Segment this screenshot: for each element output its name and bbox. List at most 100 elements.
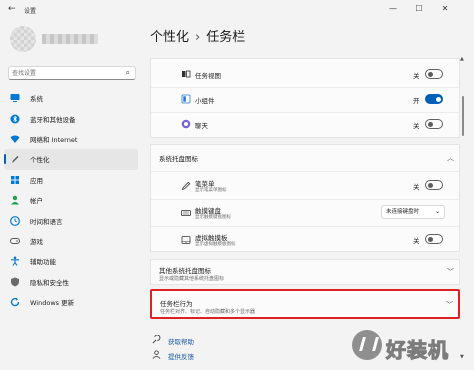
help-icon	[152, 334, 162, 346]
watermark-icon	[352, 330, 382, 360]
sidebar-item-accounts[interactable]: 帐户	[4, 190, 138, 210]
sidebar-item-windows-update[interactable]: Windows 更新	[4, 292, 138, 312]
chat-icon	[181, 119, 191, 129]
touchpad-icon	[181, 235, 191, 245]
scroll-up-arrow-icon[interactable]: ▲	[460, 56, 464, 62]
sidebar-item-label: Windows 更新	[30, 299, 75, 308]
sidebar-item-label: 网络和 Internet	[30, 135, 78, 144]
globe-clock-icon	[10, 215, 20, 226]
pen-menu-icon	[181, 181, 191, 191]
sidebar-item-personalization[interactable]: 个性化	[4, 149, 138, 170]
tray-icons-header[interactable]: 系统托盘图标 ︿	[151, 145, 459, 169]
touch-keyboard-dropdown[interactable]: 未连接键盘时 ⌄	[381, 205, 445, 219]
task-view-toggle[interactable]	[425, 69, 443, 79]
apps-icon	[10, 175, 20, 185]
sidebar-item-network[interactable]: 网络和 Internet	[4, 129, 138, 149]
chevron-down-icon: ⌄	[434, 208, 440, 215]
setting-row-widgets: 小组件 开	[151, 88, 459, 112]
monitor-icon	[10, 93, 20, 103]
maximize-button[interactable]: ☐	[412, 3, 426, 15]
scrollbar-thumb[interactable]	[462, 96, 464, 136]
pen-menu-toggle[interactable]	[425, 180, 443, 190]
row-divider	[151, 199, 459, 200]
sidebar-item-label: 游戏	[30, 237, 43, 246]
section-subtitle: 任务栏对齐、标记、自动隐藏和多个显示器	[160, 309, 256, 315]
feedback-icon	[152, 350, 162, 361]
setting-row-virtual-touchpad: 虚拟触摸板 显示虚拟触摸板图标 关	[151, 228, 459, 252]
section-title: 系统托盘图标	[159, 155, 198, 163]
sidebar-item-time-language[interactable]: 时间和语言	[4, 210, 138, 230]
toggle-state-label: 关	[413, 183, 420, 191]
sidebar-item-label: 帐户	[30, 197, 43, 206]
toggle-state-label: 关	[413, 72, 420, 80]
breadcrumb-parent[interactable]: 个性化	[150, 30, 189, 45]
sidebar-item-privacy[interactable]: 隐私和安全性	[4, 272, 138, 292]
watermark-logo: 好装机	[352, 330, 470, 364]
bluetooth-icon	[10, 114, 20, 124]
chevron-up-icon[interactable]: ︿	[447, 153, 454, 163]
setting-description: 显示笔菜单图标	[195, 188, 227, 193]
pen-icon	[10, 154, 20, 164]
setting-row-chat: 聊天 关	[151, 113, 459, 137]
dropdown-value: 未连接键盘时	[386, 209, 420, 215]
sidebar-item-label: 时间和语言	[30, 217, 63, 226]
widgets-toggle[interactable]	[425, 94, 443, 104]
sidebar-item-gaming[interactable]: 游戏	[4, 231, 138, 251]
page-title: 任务栏	[206, 30, 246, 45]
setting-description: 显示触摸键盘图标	[195, 215, 231, 220]
avatar	[10, 26, 36, 52]
search-box[interactable]: ⌕	[8, 66, 136, 80]
sidebar-item-label: 应用	[30, 176, 43, 185]
toggle-state-label: 开	[413, 97, 420, 105]
watermark-text: 好装机	[386, 338, 449, 363]
minimize-button[interactable]: —	[386, 3, 400, 15]
keyboard-icon	[181, 208, 191, 218]
title-bar: ← 设置 — ☐ ✕	[0, 0, 474, 20]
user-name-blurred	[42, 34, 98, 44]
search-icon[interactable]: ⌕	[126, 68, 130, 78]
setting-row-pen-menu: 笔菜单 显示笔菜单图标 关	[151, 174, 459, 198]
sidebar-item-label: 个性化	[30, 156, 50, 165]
sidebar-item-system[interactable]: 系统	[4, 88, 138, 108]
taskbar-behaviors-card[interactable]: 任务栏行为 任务栏对齐、标记、自动隐藏和多个显示器 ﹀	[150, 289, 460, 319]
shield-icon	[10, 277, 20, 287]
chevron-down-icon[interactable]: ﹀	[446, 300, 453, 310]
chat-toggle[interactable]	[425, 119, 443, 129]
sidebar-item-bluetooth[interactable]: 蓝牙和其他设备	[4, 108, 138, 128]
task-view-icon	[181, 69, 191, 79]
setting-label: 任务视图	[195, 72, 221, 80]
sidebar-item-label: 隐私和安全性	[30, 278, 69, 287]
sidebar-item-label: 蓝牙和其他设备	[30, 115, 76, 124]
section-title: 其他系统托盘图标	[159, 267, 211, 275]
get-help-link[interactable]: 获取帮助	[152, 334, 194, 346]
toggle-state-label: 关	[413, 122, 420, 130]
sidebar-item-accessibility[interactable]: 辅助功能	[4, 251, 138, 271]
link-label: 获取帮助	[168, 337, 194, 346]
row-divider	[151, 171, 459, 172]
gamepad-icon	[10, 236, 20, 246]
virtual-touchpad-toggle[interactable]	[425, 234, 443, 244]
sidebar-item-label: 辅助功能	[30, 258, 56, 267]
search-input[interactable]	[12, 68, 122, 78]
sidebar-nav: 系统 蓝牙和其他设备 网络和 Internet 个性化 应用 帐户 时间和语言 …	[4, 88, 138, 312]
taskbar-items-card: 任务视图 关 小组件 开 聊天 关	[150, 58, 460, 138]
refresh-icon	[10, 297, 20, 307]
sidebar-item-apps[interactable]: 应用	[4, 170, 138, 190]
other-tray-icons-card[interactable]: 其他系统托盘图标 显示或隐藏其他系统托盘图标 ﹀	[150, 259, 460, 285]
chevron-down-icon[interactable]: ﹀	[447, 267, 454, 277]
setting-row-touch-keyboard: 触摸键盘 显示触摸键盘图标 未连接键盘时 ⌄	[151, 201, 459, 225]
person-icon	[10, 195, 20, 205]
toggle-state-label: 关	[413, 237, 420, 245]
link-label: 提供反馈	[168, 352, 194, 361]
window-title: 设置	[24, 8, 37, 15]
accessibility-icon	[10, 256, 20, 267]
user-profile	[10, 26, 120, 56]
tray-icons-card: 系统托盘图标 ︿ 笔菜单 显示笔菜单图标 关 触摸键盘 显示触摸键盘图标 未连接…	[150, 144, 460, 252]
give-feedback-link[interactable]: 提供反馈	[152, 350, 194, 361]
back-arrow-icon[interactable]: ←	[8, 4, 16, 14]
close-button[interactable]: ✕	[438, 3, 452, 15]
breadcrumb: 个性化 › 任务栏	[150, 26, 245, 45]
sidebar-item-label: 系统	[30, 95, 43, 104]
widgets-icon	[181, 94, 191, 104]
section-subtitle: 显示或隐藏其他系统托盘图标	[159, 276, 225, 282]
